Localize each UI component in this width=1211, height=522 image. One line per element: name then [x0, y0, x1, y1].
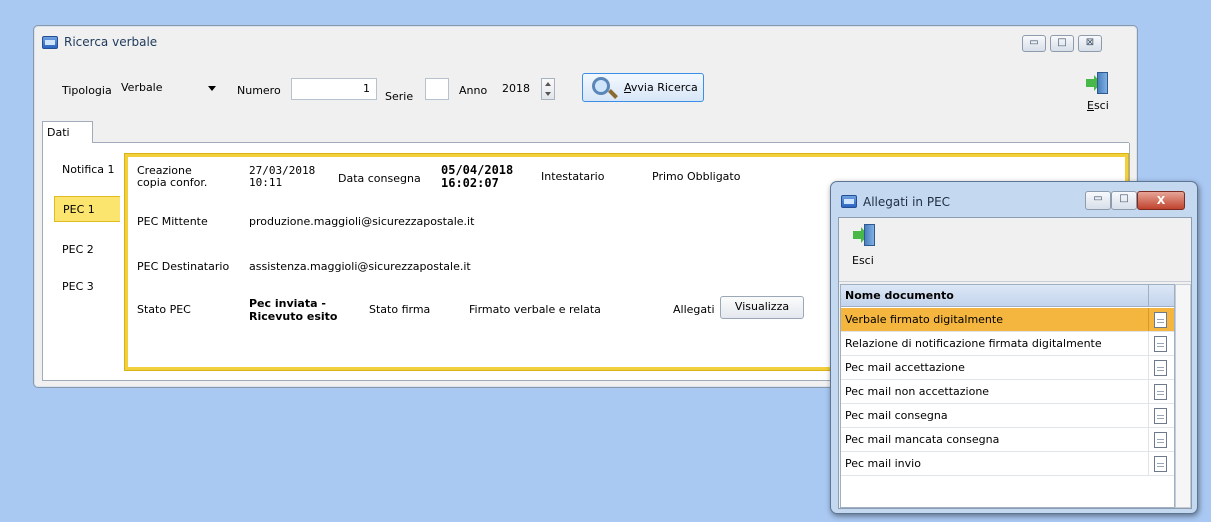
document-row[interactable]: Pec mail mancata consegna — [841, 428, 1174, 452]
tipologia-label: Tipologia — [62, 84, 112, 97]
anno-label: Anno — [459, 84, 488, 97]
document-icon[interactable] — [1154, 336, 1167, 352]
anno-spinner[interactable] — [541, 78, 555, 100]
document-row[interactable]: Pec mail consegna — [841, 404, 1174, 428]
data-consegna-label: Data consegna — [338, 172, 421, 185]
grid-scrollbar[interactable] — [1175, 284, 1191, 508]
popup-close-button[interactable]: X — [1137, 191, 1185, 210]
creazione-label: Creazione copia confor. — [137, 164, 208, 189]
column-nome-documento: Nome documento — [841, 285, 1149, 306]
title-bar[interactable]: Ricerca verbale ▭ □ ⊠ — [34, 26, 1137, 60]
popup-esci-button[interactable]: Esci — [849, 224, 879, 270]
document-row[interactable]: Pec mail invio — [841, 452, 1174, 476]
avvia-ricerca-button[interactable]: Avvia Ricerca — [582, 73, 704, 102]
window-title: Ricerca verbale — [64, 35, 158, 49]
tab-dati[interactable]: Dati — [42, 121, 93, 143]
intestatario-value: Primo Obbligato — [652, 170, 741, 183]
spin-down-icon — [545, 92, 551, 96]
serie-input[interactable] — [425, 78, 449, 100]
anno-input[interactable]: 2018 — [499, 78, 539, 100]
numero-input[interactable]: 1 — [291, 78, 377, 100]
dialog-title: Allegati in PEC — [863, 195, 951, 209]
spin-up-icon — [545, 82, 551, 86]
document-icon[interactable] — [1154, 456, 1167, 472]
close-button[interactable]: ⊠ — [1078, 35, 1102, 52]
document-icon[interactable] — [1154, 384, 1167, 400]
stato-pec-line2: Ricevuto esito — [249, 310, 338, 323]
numero-label: Numero — [237, 84, 281, 97]
esci-button[interactable]: Esci — [1082, 72, 1112, 116]
stato-pec-line1: Pec inviata - — [249, 297, 326, 310]
anno-value: 2018 — [502, 82, 530, 95]
pec-destinatario-value: assistenza.maggioli@sicurezzapostale.it — [249, 260, 471, 273]
dialog-toolbar: Esci — [839, 218, 1191, 282]
exit-door-icon — [853, 224, 875, 246]
tipologia-select[interactable]: Verbale — [117, 77, 225, 99]
grid-header: Nome documento — [841, 285, 1174, 307]
stato-firma-value: Firmato verbale e relata — [469, 303, 601, 316]
popup-minimize-button[interactable]: ▭ — [1085, 191, 1111, 210]
document-row[interactable]: Verbale firmato digitalmente — [841, 308, 1174, 332]
stato-pec-label: Stato PEC — [137, 303, 191, 316]
search-icon — [592, 77, 610, 95]
creazione-time: 10:11 — [249, 176, 283, 189]
allegati-label: Allegati — [673, 303, 715, 316]
document-icon[interactable] — [1154, 360, 1167, 376]
chevron-down-icon — [208, 86, 216, 91]
pec-mittente-value: produzione.maggioli@sicurezzapostale.it — [249, 215, 475, 228]
intestatario-label: Intestatario — [541, 170, 605, 183]
data-consegna-time: 16:02:07 — [441, 176, 499, 190]
serie-label: Serie — [385, 90, 414, 103]
tipologia-value: Verbale — [121, 81, 163, 94]
minimize-button[interactable]: ▭ — [1022, 35, 1046, 52]
document-icon[interactable] — [1154, 312, 1167, 328]
app-icon — [841, 195, 857, 208]
side-tab-notifica-1[interactable]: Notifica 1 — [54, 157, 120, 183]
dialog-body: Esci Nome documento Verbale firmato digi… — [838, 217, 1192, 509]
visualizza-button[interactable]: Visualizza — [720, 296, 804, 319]
maximize-button[interactable]: □ — [1050, 35, 1074, 52]
documents-grid: Nome documento Verbale firmato digitalme… — [840, 284, 1175, 508]
document-icon[interactable] — [1154, 432, 1167, 448]
app-icon — [42, 36, 58, 49]
document-row[interactable]: Pec mail non accettazione — [841, 380, 1174, 404]
numero-value: 1 — [363, 82, 370, 95]
allegati-in-pec-dialog: Allegati in PEC ▭ □ X Esci Nome document… — [830, 181, 1198, 514]
popup-maximize-button[interactable]: □ — [1111, 191, 1137, 210]
document-icon[interactable] — [1154, 408, 1167, 424]
exit-door-icon — [1086, 72, 1108, 94]
side-tab-pec-1[interactable]: PEC 1 — [54, 196, 120, 222]
stato-firma-label: Stato firma — [369, 303, 431, 316]
pec-destinatario-label: PEC Destinatario — [137, 260, 230, 273]
document-row[interactable]: Relazione di notificazione firmata digit… — [841, 332, 1174, 356]
document-row[interactable]: Pec mail accettazione — [841, 356, 1174, 380]
pec-mittente-label: PEC Mittente — [137, 215, 208, 228]
side-tab-pec-3[interactable]: PEC 3 — [54, 274, 120, 300]
side-tab-pec-2[interactable]: PEC 2 — [54, 237, 120, 263]
